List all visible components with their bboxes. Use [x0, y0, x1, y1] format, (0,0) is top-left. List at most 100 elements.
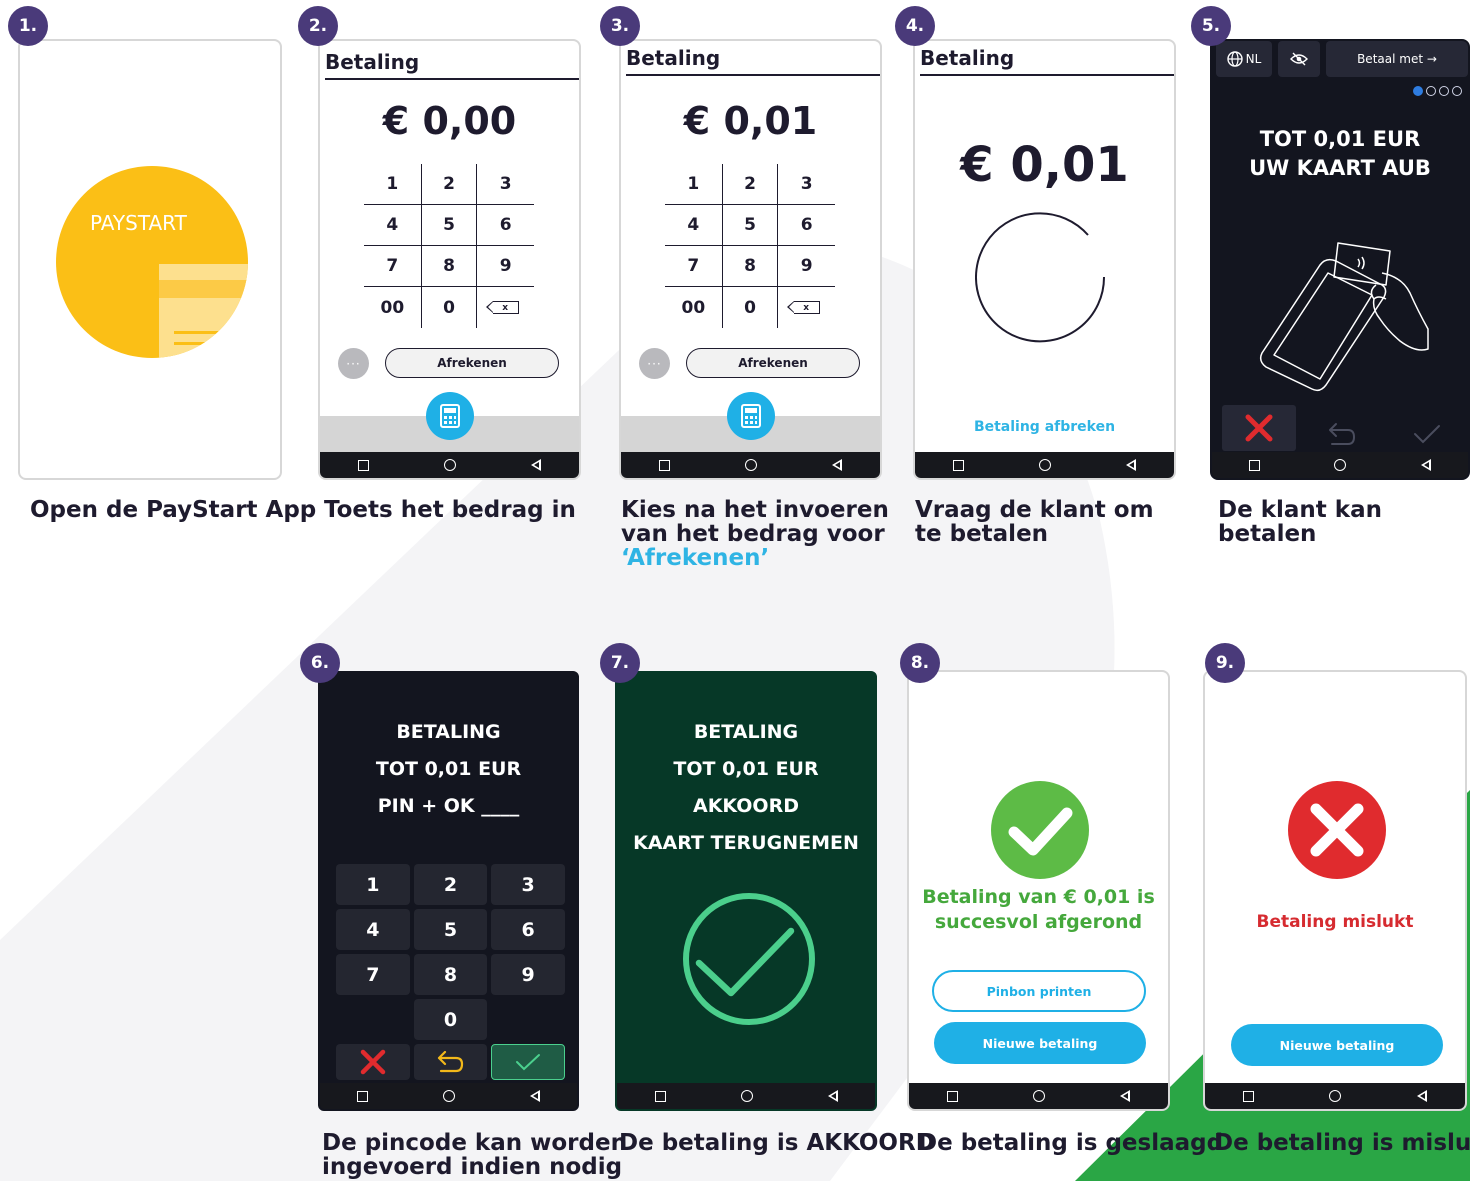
- cancel-button[interactable]: [1222, 405, 1296, 451]
- undo-icon: [438, 1051, 464, 1073]
- undo-button[interactable]: [1306, 411, 1376, 457]
- key-9[interactable]: 9: [477, 246, 534, 287]
- calculator-button[interactable]: [727, 392, 775, 440]
- key-8[interactable]: 8: [420, 246, 478, 287]
- calculator-icon: [440, 404, 460, 428]
- key-8[interactable]: 8: [721, 246, 779, 287]
- step-6-badge: 6.: [300, 643, 340, 683]
- key-2[interactable]: 2: [721, 164, 779, 205]
- amount-display: € 0,01: [960, 137, 1129, 193]
- new-payment-button[interactable]: Nieuwe betaling: [934, 1022, 1146, 1064]
- pin-key-2[interactable]: 2: [413, 864, 488, 905]
- back-triangle-icon[interactable]: [1126, 459, 1137, 471]
- key-3[interactable]: 3: [477, 164, 534, 205]
- key-6[interactable]: 6: [778, 205, 835, 246]
- android-nav-bar: [621, 452, 880, 478]
- page-dot: [1413, 86, 1423, 96]
- square-icon[interactable]: [658, 459, 670, 471]
- pin-key-7[interactable]: 7: [336, 954, 410, 995]
- step-4-caption-line-1: Vraag de klant om: [915, 497, 1154, 523]
- circle-icon[interactable]: [740, 1090, 753, 1102]
- pin-ok-button[interactable]: [491, 1044, 565, 1080]
- circle-icon[interactable]: [1334, 459, 1347, 471]
- circle-icon[interactable]: [1038, 459, 1051, 471]
- back-triangle-icon[interactable]: [1420, 459, 1431, 471]
- square-icon[interactable]: [1242, 1090, 1254, 1102]
- step-3-badge: 3.: [600, 6, 640, 46]
- key-00[interactable]: 00: [665, 287, 722, 328]
- circle-icon[interactable]: [1032, 1090, 1045, 1102]
- back-triangle-icon[interactable]: [531, 459, 542, 471]
- key-7[interactable]: 7: [665, 246, 722, 287]
- key-00[interactable]: 00: [364, 287, 421, 328]
- android-nav-bar: [909, 1083, 1168, 1109]
- app-icon-screen: PAYSTART: [18, 39, 282, 480]
- pin-keypad: 1 2 3 4 5 6 7 8 9 0: [336, 864, 565, 1080]
- key-9[interactable]: 9: [778, 246, 835, 287]
- backspace-icon: x: [485, 300, 519, 314]
- square-icon[interactable]: [357, 1090, 369, 1102]
- back-triangle-icon[interactable]: [1417, 1090, 1428, 1102]
- circle-icon[interactable]: [442, 1090, 455, 1102]
- key-0[interactable]: 0: [420, 287, 478, 328]
- back-triangle-icon[interactable]: [529, 1090, 540, 1102]
- key-4[interactable]: 4: [364, 205, 421, 246]
- print-receipt-button[interactable]: Pinbon printen: [932, 970, 1146, 1012]
- back-triangle-icon[interactable]: [827, 1090, 838, 1102]
- pin-key-1[interactable]: 1: [336, 864, 410, 905]
- app-logo-text: PAYSTART: [90, 211, 187, 235]
- paystart-logo: [56, 166, 248, 358]
- more-options-button[interactable]: ···: [338, 348, 369, 379]
- pin-key-4[interactable]: 4: [336, 909, 410, 950]
- key-2[interactable]: 2: [420, 164, 478, 205]
- key-5[interactable]: 5: [721, 205, 779, 246]
- pin-key-0[interactable]: 0: [413, 999, 488, 1040]
- approved-line-2: TOT 0,01 EUR: [673, 758, 819, 780]
- back-triangle-icon[interactable]: [1120, 1090, 1131, 1102]
- step-4-badge: 4.: [895, 6, 935, 46]
- circle-icon[interactable]: [443, 459, 456, 471]
- square-icon[interactable]: [357, 459, 369, 471]
- android-nav-bar: [1212, 452, 1468, 478]
- pin-key-spacer: [336, 999, 410, 1040]
- pin-key-6[interactable]: 6: [491, 909, 565, 950]
- more-options-button[interactable]: ···: [639, 348, 670, 379]
- calculator-button[interactable]: [426, 392, 474, 440]
- circle-icon[interactable]: [744, 459, 757, 471]
- back-triangle-icon[interactable]: [832, 459, 843, 471]
- language-button[interactable]: NL: [1216, 41, 1272, 77]
- square-icon[interactable]: [654, 1090, 666, 1102]
- backspace-key[interactable]: x: [778, 287, 835, 328]
- pin-cancel-button[interactable]: [336, 1044, 410, 1080]
- pin-key-8[interactable]: 8: [413, 954, 488, 995]
- present-card-screen: NL Betaal met → TOT 0,01 EUR UW KAART AU…: [1210, 39, 1470, 480]
- key-1[interactable]: 1: [665, 164, 722, 205]
- square-icon[interactable]: [1249, 459, 1261, 471]
- key-6[interactable]: 6: [477, 205, 534, 246]
- square-icon[interactable]: [952, 459, 964, 471]
- confirm-button[interactable]: [1392, 411, 1462, 457]
- circle-icon[interactable]: [1329, 1090, 1342, 1102]
- pin-key-3[interactable]: 3: [491, 864, 565, 905]
- key-5[interactable]: 5: [420, 205, 478, 246]
- pin-correct-button[interactable]: [413, 1044, 488, 1080]
- pin-key-5[interactable]: 5: [413, 909, 488, 950]
- step-3-caption-highlight: ‘Afrekenen’: [621, 545, 770, 571]
- key-7[interactable]: 7: [364, 246, 421, 287]
- checkout-button[interactable]: Afrekenen: [686, 348, 860, 378]
- hide-amount-button[interactable]: [1278, 41, 1320, 77]
- pin-key-9[interactable]: 9: [491, 954, 565, 995]
- backspace-key[interactable]: x: [477, 287, 534, 328]
- key-3[interactable]: 3: [778, 164, 835, 205]
- new-payment-button[interactable]: Nieuwe betaling: [1231, 1024, 1443, 1066]
- key-0[interactable]: 0: [721, 287, 779, 328]
- success-check-icon: [991, 781, 1089, 879]
- cancel-payment-link[interactable]: Betaling afbreken: [915, 419, 1174, 435]
- success-line-2: succesvol afgerond: [934, 911, 1143, 933]
- pay-with-button[interactable]: Betaal met →: [1326, 41, 1468, 77]
- step-3-caption: Kies na het invoeren van het bedrag voor…: [621, 498, 889, 570]
- square-icon[interactable]: [946, 1090, 958, 1102]
- key-1[interactable]: 1: [364, 164, 421, 205]
- key-4[interactable]: 4: [665, 205, 722, 246]
- checkout-button[interactable]: Afrekenen: [385, 348, 559, 378]
